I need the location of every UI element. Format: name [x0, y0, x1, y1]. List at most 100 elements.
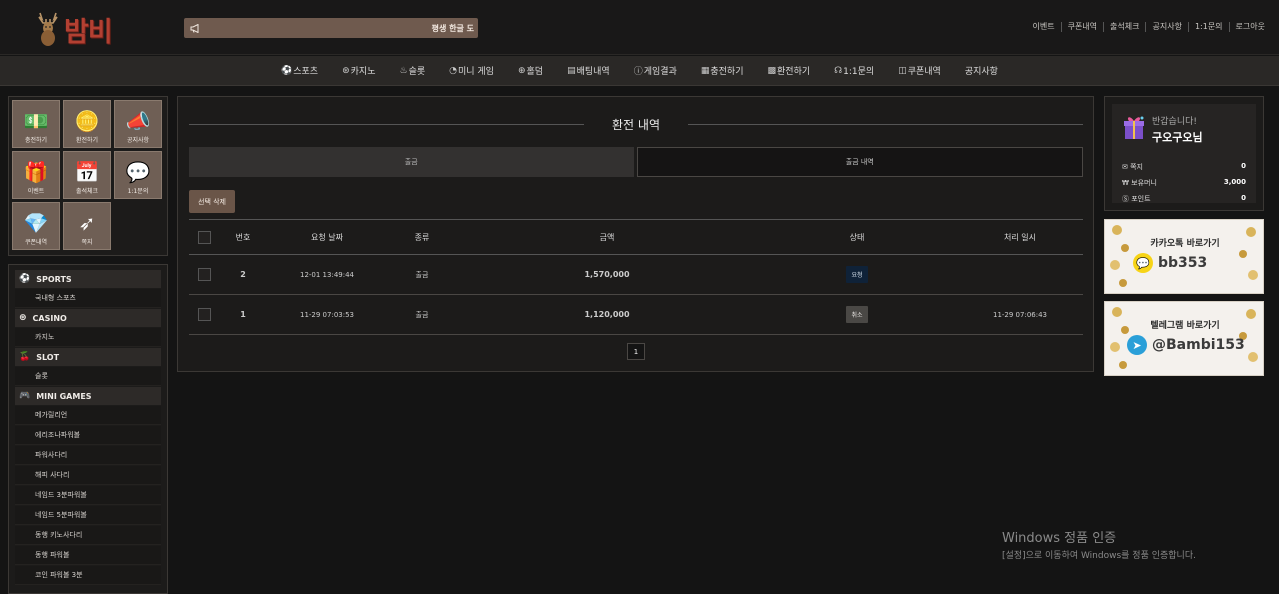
nav-holdem[interactable]: ⊕ 홀덤 [518, 64, 543, 78]
main-nav: ⚽ 스포츠 ⊛ 카지노 ♨ 슬롯 ◔ 미니 게임 ⊕ 홀덤 ▤ 배팅내역 ⓘ 게임결과 ▦ 충전… [0, 56, 1279, 86]
quick-event-button[interactable]: 🎁 이벤트 [12, 151, 60, 199]
nav-casino[interactable]: ⊛ 카지노 [342, 64, 375, 78]
side-item[interactable]: 카지노 [15, 328, 161, 347]
top-link-logout[interactable]: 로그아웃 [1230, 22, 1271, 32]
top-link-notice[interactable]: 공지사항 [1146, 22, 1189, 32]
select-all-checkbox[interactable] [197, 230, 211, 244]
category-label: CASINO [32, 313, 67, 323]
nav-minigame[interactable]: ◔ 미니 게임 [449, 64, 494, 78]
row-status-cell: 요청 [757, 254, 957, 295]
nav-notice[interactable]: 공지사항 [965, 64, 998, 77]
user-profile-panel: 반갑습니다! 구오구오님 ✉ 쪽지 0 ₩ 보유머니 3,000 Ⓢ 포인트 0 [1104, 96, 1264, 211]
title-divider [688, 123, 1084, 125]
top-link-coupon[interactable]: 쿠폰내역 [1062, 22, 1105, 32]
row-kind: 출금 [387, 254, 457, 295]
withdraw-tabs: 출금 출금 내역 [189, 147, 1083, 177]
row-amount: 1,120,000 [457, 294, 757, 335]
kakao-banner[interactable]: 카카오톡 바로가기 💬 bb353 [1104, 219, 1264, 294]
coin-icon: 🪙 [74, 109, 100, 133]
quick-coupon-button[interactable]: 💎 쿠폰내역 [12, 202, 60, 250]
side-item[interactable]: 네임드 3분파워볼 [15, 486, 161, 505]
nav-label: 공지사항 [964, 67, 998, 77]
col-amount: 금액 [457, 219, 757, 255]
top-link-event[interactable]: 이벤트 [1026, 22, 1062, 32]
withdraw-history-panel: 환전 내역 출금 출금 내역 선택 삭제 번호 요청 날짜 종류 금액 상태 처… [177, 96, 1094, 372]
panel-title-row: 환전 내역 [189, 114, 1084, 134]
row-select-cell [189, 294, 219, 335]
side-item[interactable]: 네임드 5분파워볼 [15, 506, 161, 525]
profile-row-label: 쪽지 [1130, 163, 1143, 171]
quick-notice-button[interactable]: 📣 공지사항 [114, 100, 162, 148]
won-icon: ₩ [1122, 179, 1129, 187]
nav-label: 1:1문의 [843, 67, 875, 77]
notice-bar: 평생 한글 도 [184, 18, 478, 38]
side-item[interactable]: 국내형 스포츠 [15, 289, 161, 308]
nav-bet-history[interactable]: ▤ 배팅내역 [567, 64, 610, 78]
banner-handle: @Bambi153 [1152, 337, 1245, 353]
telegram-banner[interactable]: 텔레그램 바로가기 ➤ @Bambi153 [1104, 301, 1264, 376]
nav-sports[interactable]: ⚽ 스포츠 [281, 64, 319, 78]
pagination-page-1[interactable]: 1 [627, 343, 645, 360]
delete-selected-button[interactable]: 선택 삭제 [189, 190, 235, 213]
table-row: 2 12-01 13:49:44 출금 1,570,000 요청 [189, 254, 1083, 295]
greeting-text: 반갑습니다! [1152, 117, 1198, 127]
quick-deposit-button[interactable]: 💵 충전하기 [12, 100, 60, 148]
nav-deposit[interactable]: ▦ 충전하기 [701, 64, 744, 78]
quick-label: 공지사항 [126, 137, 150, 144]
page-title: 환전 내역 [612, 117, 660, 132]
nav-withdraw[interactable]: ▩ 환전하기 [768, 64, 811, 78]
side-item[interactable]: 동행 파워볼 [15, 546, 161, 565]
side-category-sports[interactable]: ⚽ SPORTS [15, 270, 161, 288]
quick-label: 출석체크 [75, 188, 99, 195]
logo-text: 밤비 [64, 16, 113, 48]
quick-label: 충전하기 [24, 137, 48, 144]
deer-logo-icon [38, 12, 58, 46]
quick-attendance-button[interactable]: 📅 출석체크 [63, 151, 111, 199]
row-processed [957, 254, 1083, 295]
nav-coupon[interactable]: ◫ 쿠폰내역 [898, 64, 941, 78]
notice-text: 평생 한글 도 [431, 23, 474, 33]
top-link-attendance[interactable]: 출석체크 [1104, 22, 1147, 32]
side-category-casino[interactable]: ⊛ CASINO [15, 309, 161, 327]
windows-activation-watermark: Windows 정품 인증 [설정]으로 이동하여 Windows를 정품 인증… [1002, 527, 1196, 561]
quick-inquiry-button[interactable]: 💬 1:1문의 [114, 151, 162, 199]
nav-slot[interactable]: ♨ 슬롯 [399, 64, 425, 78]
side-item[interactable]: 슬롯 [15, 367, 161, 386]
banner-title: 카카오톡 바로가기 [1150, 239, 1220, 249]
side-item[interactable]: 해피 사다리 [15, 466, 161, 485]
tab-withdraw-history[interactable]: 출금 내역 [636, 147, 1083, 177]
side-item[interactable]: 동행 키노사다리 [15, 526, 161, 545]
kakao-talk-icon: 💬 [1133, 253, 1153, 273]
status-badge: 취소 [846, 306, 868, 323]
nav-label: 충전하기 [710, 67, 744, 77]
side-item[interactable]: 메가릴리언 [15, 406, 161, 425]
tab-withdraw[interactable]: 출금 [189, 147, 634, 177]
side-category-minigames[interactable]: 🎮 MINI GAMES [15, 387, 161, 405]
nav-inquiry[interactable]: ☊ 1:1문의 [834, 64, 875, 78]
calendar-heart-icon: 📅 [74, 160, 100, 184]
banner-handle: bb353 [1158, 255, 1208, 271]
category-label: SLOT [36, 352, 60, 362]
quick-message-button[interactable]: ➶ 쪽지 [63, 202, 111, 250]
row-checkbox[interactable] [197, 268, 211, 281]
history-table: 번호 요청 날짜 종류 금액 상태 처리 일시 2 12-01 13:49:44… [189, 219, 1083, 335]
side-item[interactable]: 코인 파워볼 3분 [15, 566, 161, 585]
nav-results[interactable]: ⓘ 게임결과 [634, 64, 677, 77]
banner-handle-row: ➤ @Bambi153 [1127, 335, 1245, 355]
side-item[interactable]: 에리조나파워볼 [15, 426, 161, 445]
row-checkbox[interactable] [197, 308, 211, 321]
quick-withdraw-button[interactable]: 🪙 환전하기 [63, 100, 111, 148]
quick-label: 1:1문의 [127, 188, 149, 195]
category-label: MINI GAMES [36, 391, 92, 401]
side-item[interactable]: 파워사다리 [15, 446, 161, 465]
nav-label: 스포츠 [293, 67, 319, 77]
row-select-cell [189, 254, 219, 295]
site-logo[interactable]: 밤비 [34, 9, 138, 49]
profile-row-messages[interactable]: ✉ 쪽지 0 [1122, 162, 1246, 172]
quick-label: 쿠폰내역 [24, 239, 48, 246]
nav-label: 게임결과 [643, 67, 677, 77]
top-link-inquiry[interactable]: 1:1문의 [1189, 22, 1230, 32]
side-category-slot[interactable]: 🍒 SLOT [15, 348, 161, 366]
row-date: 12-01 13:49:44 [267, 254, 387, 295]
quick-label: 이벤트 [27, 188, 45, 195]
